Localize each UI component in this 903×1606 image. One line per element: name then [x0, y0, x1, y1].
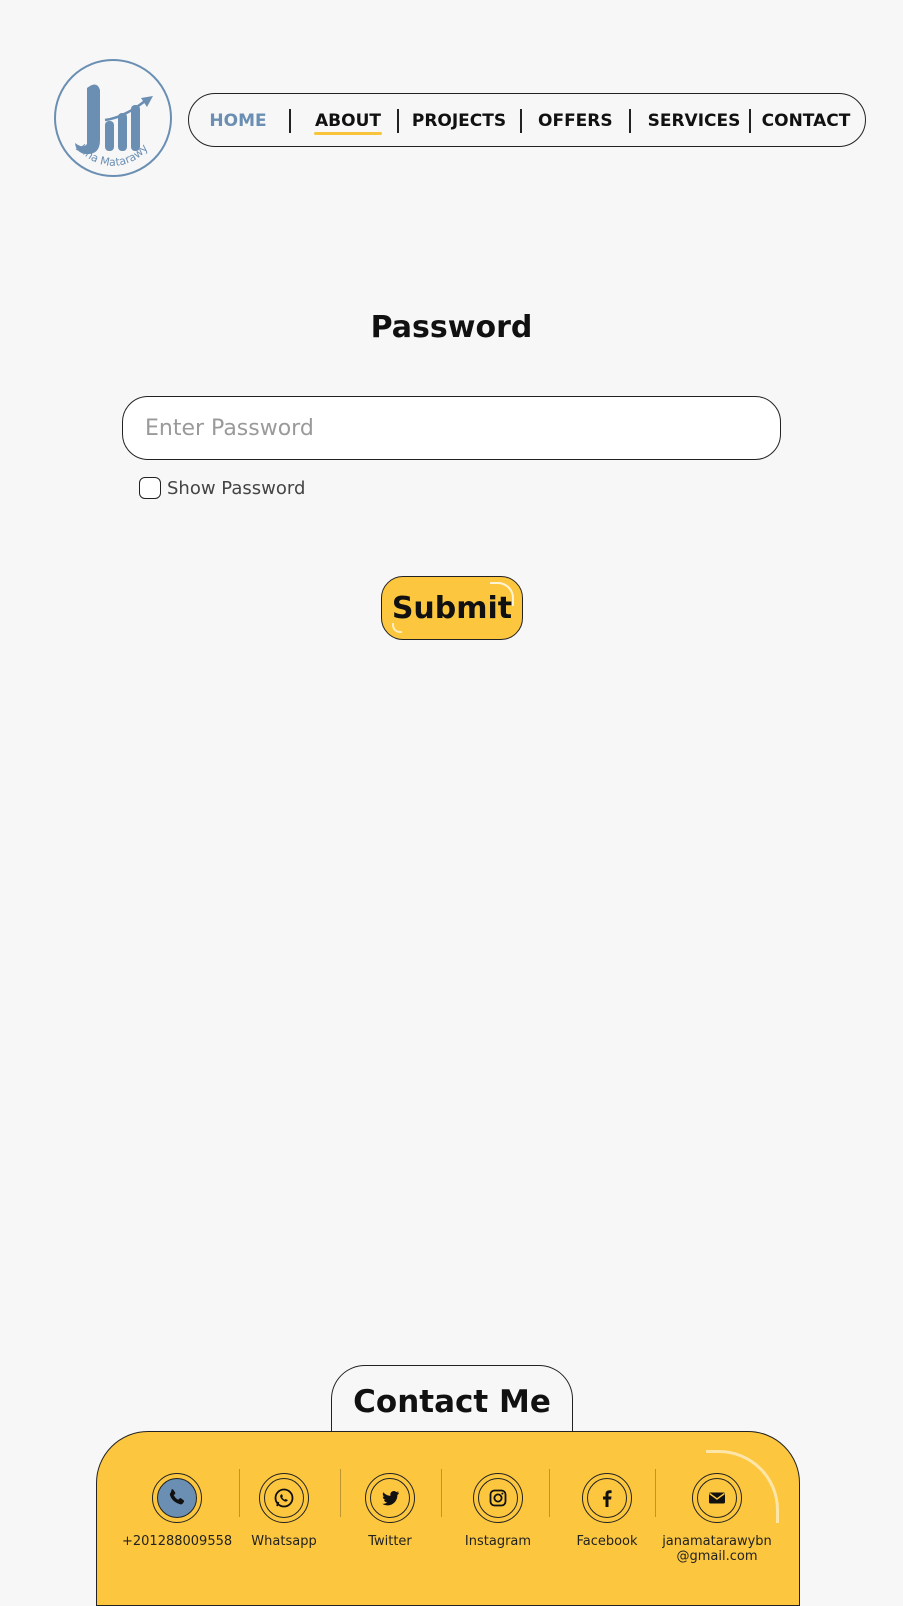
- nav-contact-label: CONTACT: [761, 111, 851, 131]
- contact-facebook[interactable]: Facebook: [552, 1432, 662, 1605]
- contact-phone-label: +201288009558: [122, 1534, 233, 1549]
- main-nav: HOME ABOUT PROJECTS OFFERS SERVICES CONT…: [188, 93, 866, 147]
- nav-divider: [397, 109, 399, 133]
- nav-offers[interactable]: OFFERS: [538, 94, 613, 148]
- contact-whatsapp-label: Whatsapp: [251, 1534, 317, 1549]
- twitter-icon[interactable]: [365, 1473, 415, 1523]
- contact-divider: [549, 1469, 550, 1517]
- button-highlight: [490, 582, 514, 606]
- contact-email-label: janamatarawybn: [662, 1534, 772, 1549]
- show-password-label: Show Password: [167, 477, 306, 499]
- contact-twitter-label: Twitter: [368, 1534, 412, 1549]
- nav-about[interactable]: ABOUT: [312, 94, 384, 148]
- nav-services-label: SERVICES: [647, 111, 741, 131]
- email-icon[interactable]: [692, 1473, 742, 1523]
- nav-divider: [749, 109, 751, 133]
- nav-projects[interactable]: PROJECTS: [410, 94, 508, 148]
- nav-projects-label: PROJECTS: [411, 111, 507, 131]
- password-input[interactable]: [122, 396, 781, 460]
- password-title: Password: [370, 310, 533, 345]
- logo[interactable]: Jana Matarawy: [53, 58, 173, 178]
- contact-footer: +201288009558 Whatsapp Twitter Instagram…: [96, 1431, 800, 1606]
- facebook-icon[interactable]: [582, 1473, 632, 1523]
- nav-about-label: ABOUT: [315, 111, 381, 131]
- show-password-toggle[interactable]: Show Password: [139, 475, 305, 501]
- contact-facebook-label: Facebook: [576, 1534, 638, 1549]
- contact-twitter[interactable]: Twitter: [335, 1432, 445, 1605]
- contact-divider: [441, 1469, 442, 1517]
- submit-button[interactable]: Submit: [381, 576, 523, 640]
- contact-instagram-label: Instagram: [464, 1534, 532, 1549]
- instagram-icon[interactable]: [473, 1473, 523, 1523]
- contact-phone[interactable]: +201288009558: [122, 1432, 233, 1605]
- nav-services[interactable]: SERVICES: [644, 94, 744, 148]
- nav-home-label: HOME: [209, 111, 267, 131]
- contact-email-label-domain: @gmail.com: [676, 1549, 758, 1564]
- nav-about-underline: [314, 132, 382, 135]
- contact-title: Contact Me: [331, 1365, 573, 1435]
- button-highlight: [392, 623, 402, 633]
- nav-offers-label: OFFERS: [538, 111, 613, 131]
- contact-whatsapp[interactable]: Whatsapp: [229, 1432, 339, 1605]
- whatsapp-icon[interactable]: [259, 1473, 309, 1523]
- nav-home[interactable]: HOME: [206, 94, 270, 148]
- contact-instagram[interactable]: Instagram: [443, 1432, 553, 1605]
- nav-divider: [520, 109, 522, 133]
- nav-contact[interactable]: CONTACT: [756, 94, 856, 148]
- show-password-checkbox[interactable]: [139, 477, 161, 499]
- phone-icon[interactable]: [152, 1473, 202, 1523]
- logo-icon: Jana Matarawy: [54, 59, 172, 177]
- nav-divider: [629, 109, 631, 133]
- nav-divider: [289, 109, 291, 133]
- contact-email[interactable]: janamatarawybn @gmail.com: [652, 1432, 782, 1605]
